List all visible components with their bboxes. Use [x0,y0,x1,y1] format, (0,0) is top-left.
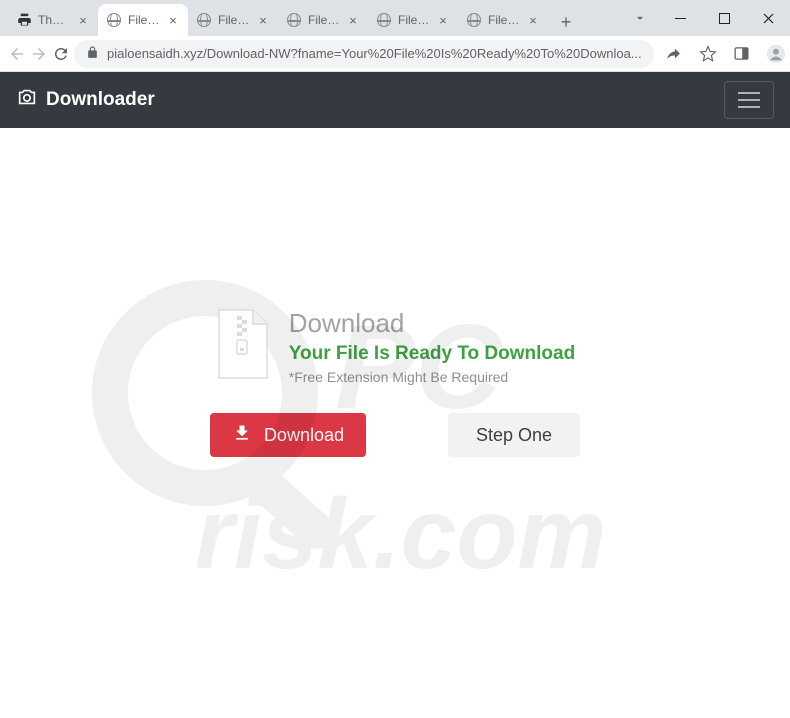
tab-5[interactable]: File Do × [458,4,548,36]
tab-2[interactable]: File Do × [188,4,278,36]
profile-button[interactable] [760,40,790,68]
address-bar-row: pialoensaidh.xyz/Download-NW?fname=Your%… [0,36,790,72]
share-button[interactable] [658,40,690,68]
address-bar[interactable]: pialoensaidh.xyz/Download-NW?fname=Your%… [74,40,654,68]
globe-icon [196,12,212,28]
page-navbar: Downloader [0,72,790,128]
brand[interactable]: Downloader [16,86,155,114]
close-icon[interactable]: × [346,13,360,27]
tab-title: File Do [398,13,430,27]
download-heading: Download [289,308,575,339]
tab-3[interactable]: File Do × [278,4,368,36]
tab-0[interactable]: The Pir × [8,4,98,36]
close-icon[interactable]: × [526,13,540,27]
tab-1[interactable]: File Do × [98,4,188,36]
step-one-label: Step One [476,425,552,446]
url-text: pialoensaidh.xyz/Download-NW?fname=Your%… [107,46,642,61]
download-subheading: Your File Is Ready To Download [289,343,575,365]
download-button-label: Download [264,425,344,446]
lock-icon [86,46,99,62]
tab-title: File Do [308,13,340,27]
tab-dropdown-button[interactable] [622,0,658,36]
close-window-button[interactable] [746,0,790,36]
bookmark-button[interactable] [692,40,724,68]
globe-icon [376,12,392,28]
svg-text:risk.com: risk.com [195,478,606,588]
tab-4[interactable]: File Do × [368,4,458,36]
minimize-button[interactable] [658,0,702,36]
hamburger-button[interactable] [724,81,774,119]
page-content: PC risk.com Download Your File Is Ready … [0,128,790,457]
download-icon [232,423,252,448]
tab-title: The Pir [38,13,70,27]
reload-button[interactable] [52,40,70,68]
maximize-button[interactable] [702,0,746,36]
close-icon[interactable]: × [256,13,270,27]
download-button[interactable]: Download [210,413,366,457]
step-one-button[interactable]: Step One [448,413,580,457]
tab-title: File Do [128,13,160,27]
side-panel-button[interactable] [726,40,758,68]
globe-icon [106,12,122,28]
close-icon[interactable]: × [76,13,90,27]
printer-icon [16,12,32,28]
globe-icon [286,12,302,28]
close-icon[interactable]: × [436,13,450,27]
zip-file-icon [215,308,271,380]
tab-title: File Do [218,13,250,27]
download-note: *Free Extension Might Be Required [289,369,575,385]
back-button[interactable] [8,40,26,68]
globe-icon [466,12,482,28]
new-tab-button[interactable]: + [552,8,580,36]
tab-title: File Do [488,13,520,27]
watermark: PC risk.com [85,228,705,588]
forward-button[interactable] [30,40,48,68]
camera-icon [16,86,38,114]
brand-text: Downloader [46,89,155,111]
close-icon[interactable]: × [166,13,180,27]
